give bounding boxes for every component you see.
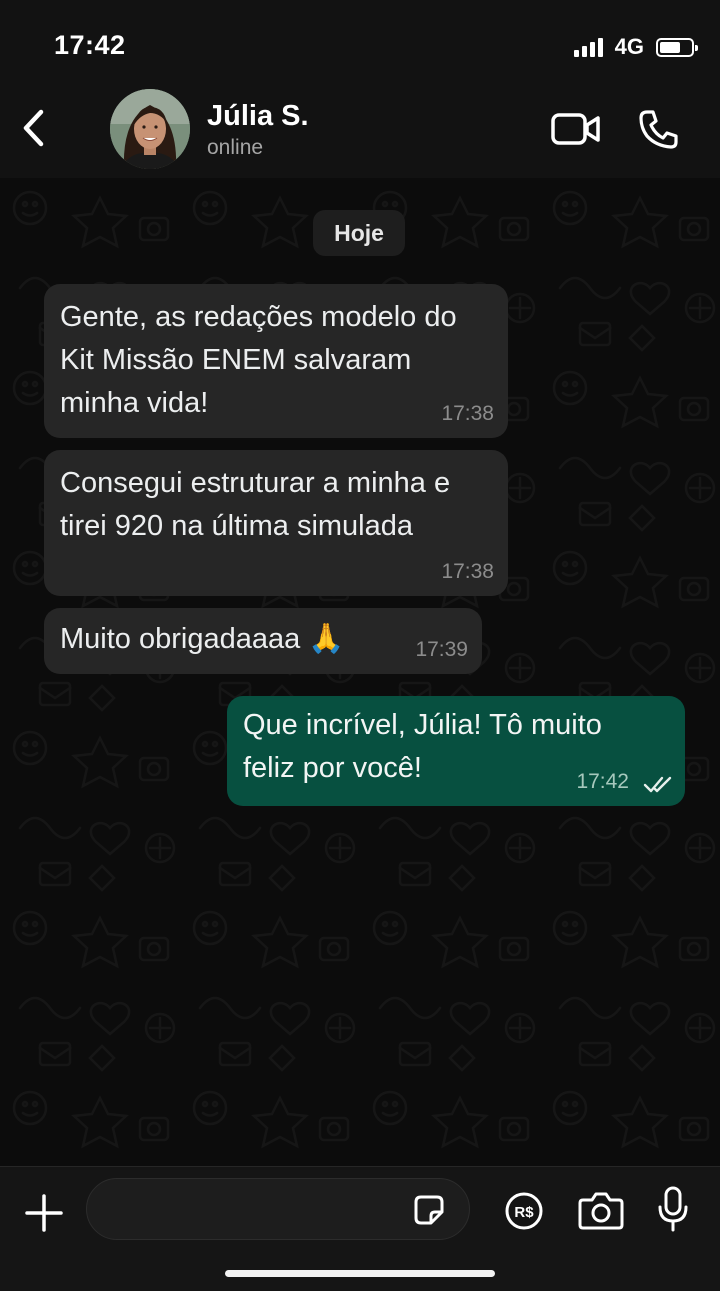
message-line: Muito obrigadaaaa 🙏	[60, 623, 345, 655]
payment-icon[interactable]: R$	[504, 1191, 544, 1231]
sticker-icon[interactable]	[412, 1193, 446, 1227]
battery-icon	[656, 37, 698, 57]
status-indicators: 4G	[573, 34, 698, 60]
message-bubble-outgoing[interactable]: Que incrível, Júlia! Tô muito feliz por …	[227, 696, 685, 806]
date-chip: Hoje	[313, 210, 405, 256]
avatar[interactable]	[110, 89, 190, 169]
message-bubble-incoming[interactable]: Muito obrigadaaaa 🙏 17:39	[44, 608, 482, 674]
message-line: Que incrível, Júlia! Tô muito	[243, 709, 602, 741]
message-bubble-incoming[interactable]: Gente, as redações modelo do Kit Missão …	[44, 284, 508, 438]
plus-icon[interactable]	[24, 1193, 64, 1233]
signal-icon	[573, 37, 603, 57]
home-indicator[interactable]	[225, 1270, 495, 1277]
chat-area[interactable]: Hoje Gente, as redações modelo do Kit Mi…	[0, 178, 720, 1166]
message-time: 17:39	[415, 638, 468, 661]
message-bubble-incoming[interactable]: Consegui estruturar a minha e tirei 920 …	[44, 450, 508, 596]
status-time: 17:42	[54, 30, 126, 60]
chevron-left-icon[interactable]	[18, 108, 52, 148]
contact-status: online	[207, 136, 264, 159]
message-line: tirei 920 na última simulada	[60, 510, 414, 542]
status-bar: 17:42 4G	[0, 0, 720, 92]
video-camera-icon[interactable]	[550, 110, 602, 148]
message-line: Gente, as redações modelo do	[60, 301, 457, 333]
network-type: 4G	[614, 34, 644, 59]
chat-header: Júlia S. online	[0, 89, 720, 178]
message-line: Kit Missão ENEM salvaram	[60, 344, 412, 376]
camera-icon[interactable]	[578, 1189, 624, 1231]
message-time: 17:38	[441, 560, 494, 583]
message-line: minha vida!	[60, 387, 209, 419]
message-time: 17:42	[576, 770, 629, 793]
microphone-icon[interactable]	[656, 1185, 690, 1233]
double-check-icon	[643, 776, 672, 793]
message-time: 17:38	[441, 402, 494, 425]
phone-icon[interactable]	[638, 108, 680, 150]
message-line: Consegui estruturar a minha e	[60, 467, 451, 499]
payment-label: R$	[514, 1204, 534, 1221]
contact-name[interactable]: Júlia S.	[207, 100, 309, 133]
